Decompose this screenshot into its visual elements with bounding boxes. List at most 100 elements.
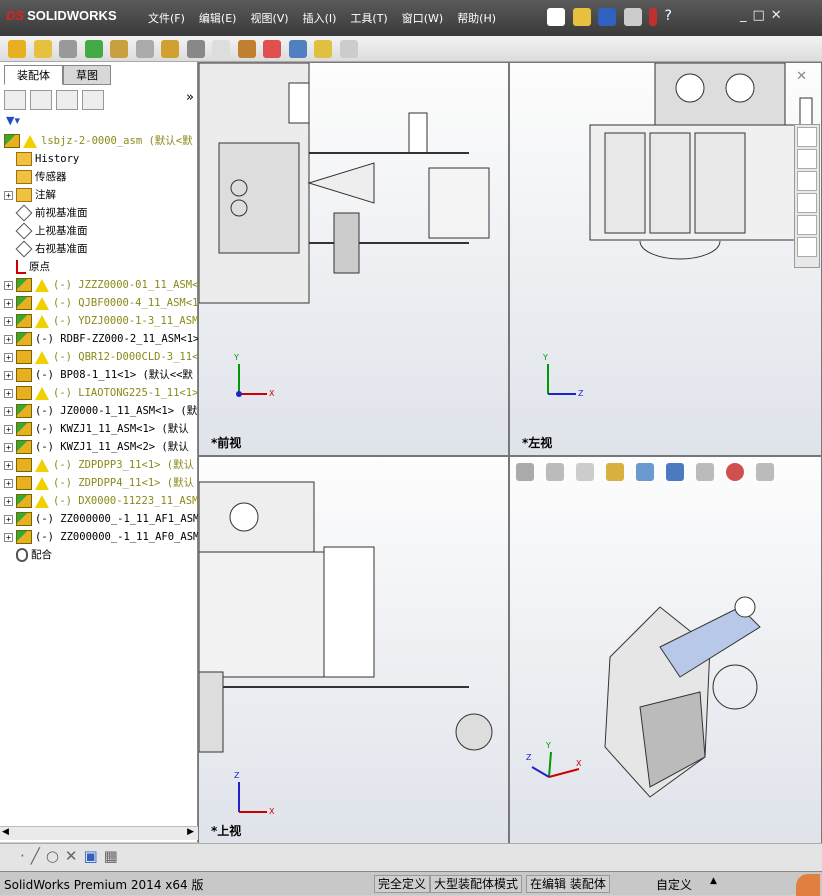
tree-node[interactable]: 前视基准面 <box>4 204 198 222</box>
tree-node[interactable]: 原点 <box>4 258 198 276</box>
units-arrow-icon[interactable]: ▲ <box>710 876 717 886</box>
tree-node[interactable]: + (-) KWZJ1_11_ASM<2> (默认 <box>4 438 198 456</box>
property-manager-icon[interactable] <box>30 90 52 110</box>
tree-node[interactable]: 传感器 <box>4 168 198 186</box>
tree-node[interactable]: + (-) JZZZ0000-01_11_ASM< <box>4 276 198 294</box>
snapshot-icon[interactable] <box>339 40 358 58</box>
tree-node[interactable]: lsbjz-2-0000_asm (默认<默 <box>4 132 198 150</box>
tree-node[interactable]: 上视基准面 <box>4 222 198 240</box>
zoom-to-fit-icon[interactable] <box>516 463 534 481</box>
display-manager-icon[interactable] <box>82 90 104 110</box>
assembly-features-icon[interactable] <box>161 40 179 58</box>
tree-node[interactable]: + (-) DX0000-11223_11_ASM <box>4 492 198 510</box>
expand-icon[interactable]: + <box>4 316 13 326</box>
menu-help[interactable]: 帮助(H) <box>457 10 496 26</box>
restore-icon[interactable]: □ <box>753 8 765 23</box>
display-style-icon[interactable] <box>666 463 684 481</box>
solidworks-logo[interactable]: DS SOLIDWORKS <box>6 8 117 23</box>
status-large-assembly-mode[interactable]: 大型装配体模式 <box>430 875 523 893</box>
viewport-left[interactable]: Y Z *左视 ✕ <box>509 62 822 456</box>
move-component-icon[interactable] <box>110 40 128 58</box>
menu-view[interactable]: 视图(V) <box>250 10 288 26</box>
scene-icon[interactable] <box>756 463 774 481</box>
line-icon[interactable]: ╱ <box>31 847 46 865</box>
resources-icon[interactable] <box>797 149 817 169</box>
expand-icon[interactable]: + <box>4 460 13 470</box>
circle-icon[interactable]: ○ <box>46 847 65 865</box>
appearances-icon[interactable] <box>797 215 817 235</box>
viewport-close-icon[interactable]: ✕ <box>796 69 807 84</box>
instant3d-icon[interactable] <box>288 40 307 58</box>
print-icon[interactable] <box>623 8 642 26</box>
tree-node[interactable]: + (-) BP08-1_11<1> (默认<<默 <box>4 366 198 384</box>
tree-node[interactable]: + (-) ZZ000000_-1_11_AF1_ASM <box>4 510 198 528</box>
tree-node[interactable]: History <box>4 150 198 168</box>
tree-node[interactable]: + (-) KWZJ1_11_ASM<1> (默认 <box>4 420 198 438</box>
tree-node[interactable]: + (-) ZZ000000_-1_11_AF0_ASM <box>4 528 198 546</box>
expand-icon[interactable]: + <box>4 298 13 308</box>
insert-component-icon[interactable] <box>8 40 26 58</box>
file-explorer-icon[interactable] <box>797 193 817 213</box>
expand-icon[interactable]: + <box>4 190 13 200</box>
menu-tools[interactable]: 工具(T) <box>350 10 387 26</box>
units-selector[interactable]: 自定义 <box>656 876 692 893</box>
point-icon[interactable]: · <box>20 847 31 865</box>
viewport-front[interactable]: Y X *前视 <box>198 62 509 456</box>
expand-arrows-icon[interactable]: » <box>186 90 194 110</box>
menu-window[interactable]: 窗口(W) <box>402 10 443 26</box>
expand-icon[interactable]: + <box>4 496 13 506</box>
tree-node[interactable]: + (-) ZDPDPP4_11<1> (默认 <box>4 474 198 492</box>
save-icon[interactable] <box>598 8 616 26</box>
tree-node[interactable]: + (-) QJBF0000-4_11_ASM<1 <box>4 294 198 312</box>
notification-icon[interactable] <box>796 874 820 896</box>
expand-icon[interactable]: + <box>4 406 13 416</box>
pattern-icon[interactable] <box>84 40 103 58</box>
hide-show-icon[interactable] <box>696 463 714 481</box>
tree-node[interactable]: + (-) RDBF-ZZ000-2_11_ASM<1> <box>4 330 198 348</box>
tree-node[interactable]: + (-) QBR12-D000CLD-3_11< <box>4 348 198 366</box>
horizontal-scrollbar[interactable]: ◀ ▶ <box>0 826 198 840</box>
menu-insert[interactable]: 插入(I) <box>303 10 337 26</box>
home-icon[interactable] <box>797 127 817 147</box>
expand-icon[interactable]: + <box>4 532 13 542</box>
exploded-view-icon[interactable] <box>263 40 281 58</box>
large-assembly-icon[interactable] <box>314 40 332 58</box>
tab-assembly[interactable]: 装配体 <box>4 65 63 85</box>
reference-geometry-icon[interactable] <box>186 40 205 58</box>
bom-icon[interactable] <box>237 40 256 58</box>
expand-icon[interactable]: + <box>4 352 13 362</box>
viewport-top[interactable]: Z X *上视 <box>198 456 509 844</box>
open-icon[interactable] <box>572 8 591 26</box>
menu-file[interactable]: 文件(F) <box>148 10 185 26</box>
configuration-manager-icon[interactable] <box>56 90 78 110</box>
expand-icon[interactable]: + <box>4 334 13 344</box>
expand-icon[interactable]: + <box>4 478 13 488</box>
close-icon[interactable]: ✕ <box>771 8 782 23</box>
view-box-icon[interactable]: ▣ <box>83 847 103 865</box>
expand-icon[interactable]: + <box>4 442 13 452</box>
previous-view-icon[interactable] <box>576 463 594 481</box>
tree-node[interactable]: 右视基准面 <box>4 240 198 258</box>
viewport-isometric[interactable]: Y X Z <box>509 456 822 844</box>
expand-icon[interactable]: + <box>4 370 13 380</box>
tree-node[interactable]: + (-) JZ0000-1_11_ASM<1> (默 <box>4 402 198 420</box>
tree-node[interactable]: 配合 <box>4 546 198 564</box>
mate-icon[interactable] <box>59 40 77 58</box>
menu-edit[interactable]: 编辑(E) <box>199 10 237 26</box>
grid-icon[interactable]: ▦ <box>104 847 124 865</box>
expand-icon[interactable]: + <box>4 388 13 398</box>
appearance-icon[interactable] <box>726 463 744 481</box>
help-icon[interactable]: ? <box>665 8 683 26</box>
new-part-icon[interactable] <box>33 40 52 58</box>
tree-node[interactable]: + (-) YDZJ0000-1-3_11_ASM <box>4 312 198 330</box>
trim-icon[interactable]: ✕ <box>65 847 84 865</box>
rebuild-icon[interactable] <box>649 8 657 26</box>
new-motion-study-icon[interactable] <box>212 40 230 58</box>
expand-icon[interactable]: + <box>4 280 13 290</box>
tree-node[interactable]: + 注解 <box>4 186 198 204</box>
tab-sketch[interactable]: 草图 <box>63 65 111 85</box>
custom-properties-icon[interactable] <box>797 237 817 257</box>
minimize-icon[interactable]: _ <box>740 8 747 23</box>
feature-manager-icon[interactable] <box>4 90 26 110</box>
zoom-area-icon[interactable] <box>546 463 564 481</box>
